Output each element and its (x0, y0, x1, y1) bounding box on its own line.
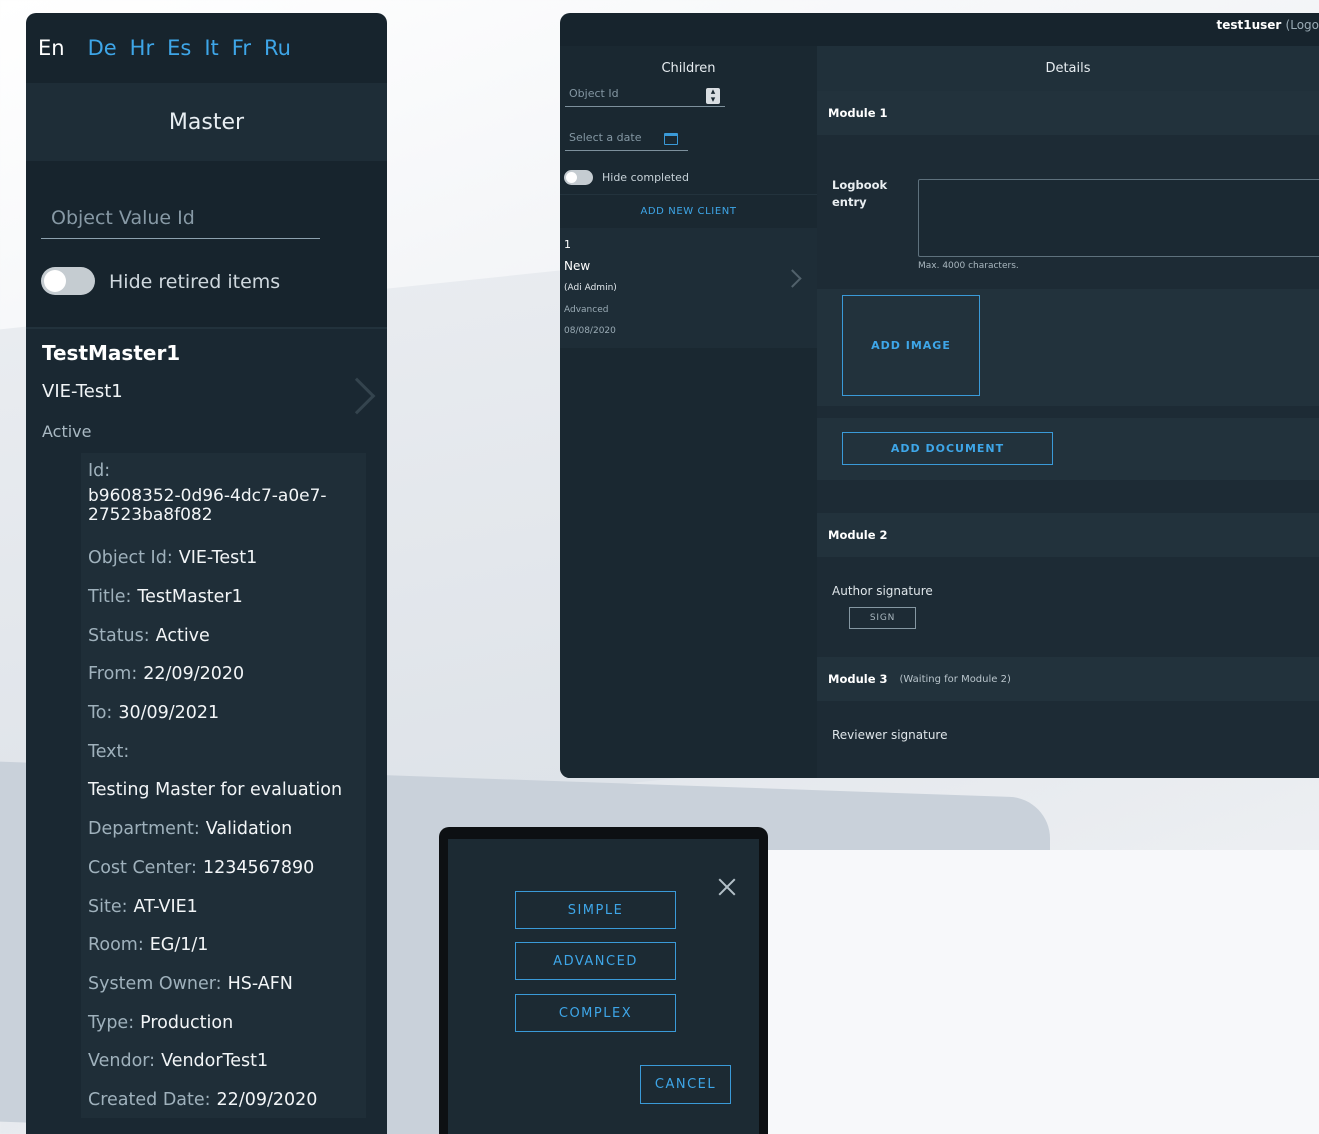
add-image-button[interactable]: ADD IMAGE (842, 295, 980, 396)
module-2-title: Module 2 (828, 528, 888, 542)
add-new-client-button[interactable]: ADD NEW CLIENT (560, 194, 817, 227)
language-fr[interactable]: Fr (232, 36, 251, 60)
background-shape (760, 850, 1319, 1134)
item-title: TestMaster1 (42, 341, 181, 365)
add-document-button[interactable]: ADD DOCUMENT (842, 432, 1053, 465)
master-panel: En De Hr Es It Fr Ru Master Hide retired… (26, 13, 387, 1134)
user-label: test1user (Logo (1216, 18, 1319, 32)
module-3-header: Module 3 (Waiting for Module 2) (817, 657, 1319, 701)
hide-retired-label: Hide retired items (109, 271, 281, 293)
image-area: ADD IMAGE (817, 289, 1319, 406)
children-column: Children Object Id ▴ ▾ Select a date Hide… (560, 46, 817, 778)
username: test1user (1216, 18, 1282, 32)
complex-button[interactable]: COMPLEX (515, 994, 676, 1032)
dialog-frame: SIMPLE ADVANCED COMPLEX CANCEL (439, 827, 768, 1134)
details-header: Details (817, 46, 1319, 91)
language-en[interactable]: En (38, 36, 65, 60)
language-ru[interactable]: Ru (264, 36, 291, 60)
language-hr[interactable]: Hr (130, 36, 154, 60)
advanced-button[interactable]: ADVANCED (515, 942, 676, 980)
author-signature-label: Author signature (832, 584, 933, 598)
client-date: 08/08/2020 (564, 326, 616, 336)
master-filter: Hide retired items (26, 161, 387, 327)
module-1-title: Module 1 (828, 106, 888, 120)
hide-completed-toggle[interactable] (564, 170, 593, 185)
max-characters-hint: Max. 4000 characters. (918, 261, 1019, 271)
client-status: New (564, 259, 591, 273)
sign-button[interactable]: SIGN (849, 607, 916, 629)
module-3-waiting: (Waiting for Module 2) (899, 673, 1011, 685)
object-value-id-input[interactable] (41, 197, 320, 239)
client-number: 1 (564, 238, 571, 251)
object-id-input[interactable]: Object Id (565, 87, 725, 107)
hide-retired-toggle[interactable] (41, 267, 95, 295)
list-item[interactable]: 1 New (Adi Admin) Advanced 08/08/2020 (560, 228, 817, 348)
master-list (26, 327, 387, 1134)
top-bar: test1user (Logo (560, 13, 1319, 46)
hide-completed-label: Hide completed (602, 171, 689, 184)
chevron-right-icon[interactable] (783, 269, 802, 288)
reviewer-signature-label: Reviewer signature (832, 728, 948, 742)
children-header: Children (560, 46, 817, 91)
client-user: (Adi Admin) (564, 283, 617, 293)
close-icon[interactable] (717, 877, 737, 897)
logbook-entry-label: Logbook entry (832, 178, 888, 209)
logbook-entry-field[interactable] (918, 179, 1319, 257)
simple-button[interactable]: SIMPLE (515, 891, 676, 929)
page-title: Master (26, 83, 387, 161)
item-object-id: VIE-Test1 (42, 381, 123, 402)
language-es[interactable]: Es (167, 36, 191, 60)
logout-link[interactable]: (Logo (1286, 18, 1319, 32)
client-type: Advanced (564, 305, 609, 315)
item-status: Active (42, 422, 92, 441)
module-3-title: Module 3 (828, 672, 888, 686)
calendar-icon[interactable] (664, 133, 678, 145)
module-1-header: Module 1 (817, 91, 1319, 135)
document-area: ADD DOCUMENT (817, 418, 1319, 480)
stepper-icon[interactable]: ▴ ▾ (706, 88, 720, 105)
language-bar: En De Hr Es It Fr Ru (26, 13, 387, 83)
details-column: Details Module 1 Logbook entry Max. 4000… (817, 46, 1319, 778)
module-2-header: Module 2 (817, 513, 1319, 557)
language-it[interactable]: It (204, 36, 218, 60)
language-de[interactable]: De (88, 36, 117, 60)
logbook-window: test1user (Logo Children Object Id ▴ ▾ Se… (560, 13, 1319, 778)
type-dialog: SIMPLE ADVANCED COMPLEX CANCEL (448, 839, 759, 1134)
cancel-button[interactable]: CANCEL (640, 1065, 731, 1104)
